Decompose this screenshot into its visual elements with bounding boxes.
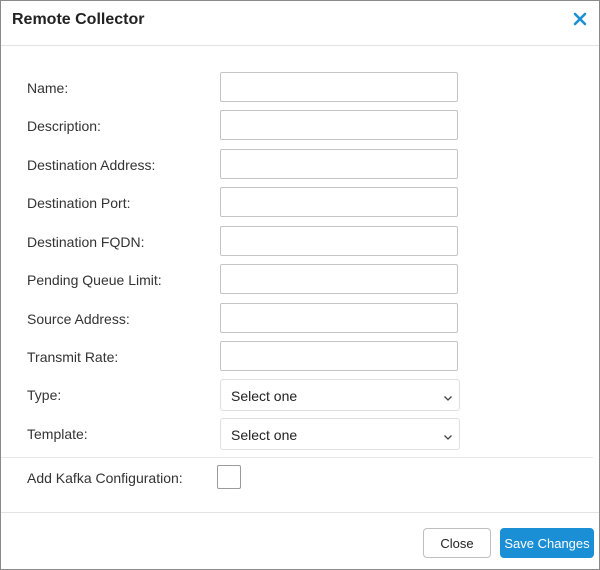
template-select[interactable]: Select one xyxy=(220,418,460,450)
form-row-destination-address: Destination Address: xyxy=(1,149,599,181)
template-select-value: Select one xyxy=(231,427,298,443)
transmit-rate-label: Transmit Rate: xyxy=(27,349,119,365)
dialog-title: Remote Collector xyxy=(12,11,145,28)
destination-address-input[interactable] xyxy=(220,149,458,179)
destination-port-label: Destination Port: xyxy=(27,195,131,211)
form-row-kafka: Add Kafka Configuration: xyxy=(1,465,599,491)
name-label: Name: xyxy=(27,80,69,96)
type-label: Type: xyxy=(27,387,62,403)
close-button[interactable]: Close xyxy=(423,528,491,558)
dialog-header: Remote Collector xyxy=(1,1,599,46)
description-label: Description: xyxy=(27,118,101,134)
kafka-label: Add Kafka Configuration: xyxy=(27,470,183,486)
chevron-down-icon xyxy=(443,390,453,401)
form-row-transmit-rate: Transmit Rate: xyxy=(1,341,599,373)
kafka-checkbox[interactable] xyxy=(217,465,241,489)
dialog-body: Name: Description: Destination Address: … xyxy=(1,46,599,512)
transmit-rate-input[interactable] xyxy=(220,341,458,371)
form-row-name: Name: xyxy=(1,72,599,104)
source-address-label: Source Address: xyxy=(27,311,130,327)
section-divider xyxy=(1,457,593,458)
pending-queue-limit-label: Pending Queue Limit: xyxy=(27,272,162,288)
destination-address-label: Destination Address: xyxy=(27,157,156,173)
destination-port-input[interactable] xyxy=(220,187,458,217)
template-label: Template: xyxy=(27,426,88,442)
form-row-source-address: Source Address: xyxy=(1,303,599,335)
close-x-icon[interactable] xyxy=(572,11,588,27)
form-row-template: Template: Select one xyxy=(1,418,599,450)
form-row-destination-fqdn: Destination FQDN: xyxy=(1,226,599,258)
form-row-description: Description: xyxy=(1,110,599,142)
save-changes-button[interactable]: Save Changes xyxy=(500,528,594,558)
footer-divider xyxy=(1,512,599,513)
name-input[interactable] xyxy=(220,72,458,102)
form-row-pending-queue-limit: Pending Queue Limit: xyxy=(1,264,599,296)
remote-collector-dialog: Remote Collector Name: Description: Dest… xyxy=(0,0,600,570)
description-input[interactable] xyxy=(220,110,458,140)
type-select[interactable]: Select one xyxy=(220,379,460,411)
destination-fqdn-label: Destination FQDN: xyxy=(27,234,145,250)
pending-queue-limit-input[interactable] xyxy=(220,264,458,294)
form-row-type: Type: Select one xyxy=(1,379,599,411)
form-row-destination-port: Destination Port: xyxy=(1,187,599,219)
type-select-value: Select one xyxy=(231,388,298,404)
source-address-input[interactable] xyxy=(220,303,458,333)
destination-fqdn-input[interactable] xyxy=(220,226,458,256)
chevron-down-icon xyxy=(443,429,453,440)
